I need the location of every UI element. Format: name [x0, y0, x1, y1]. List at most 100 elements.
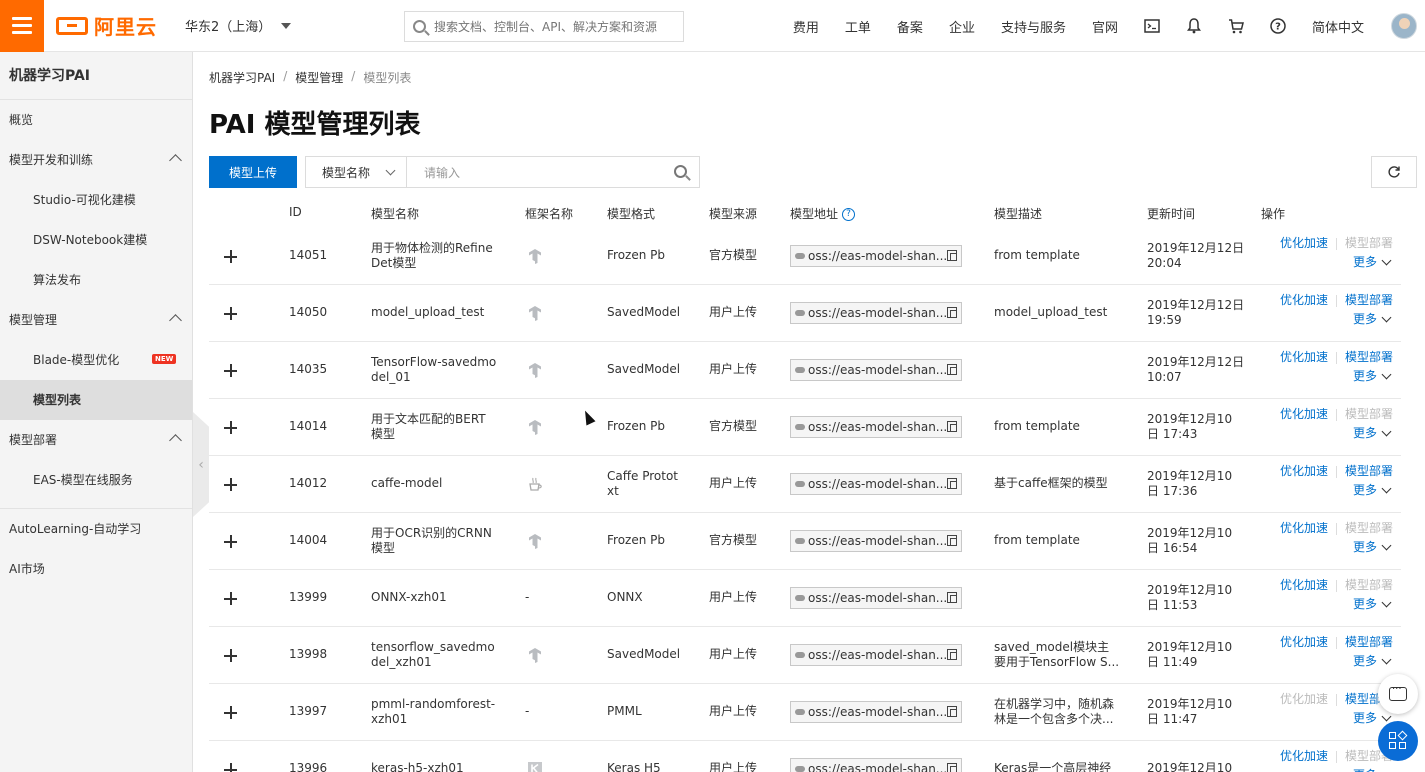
optimize-button[interactable]: 优化加速 — [1280, 749, 1328, 764]
cell-model-name: keras-h5-xzh01 — [371, 761, 464, 772]
search-icon[interactable] — [674, 165, 687, 178]
sidebar-group-model-deploy[interactable]: 模型部署 — [0, 420, 192, 460]
language-switch[interactable]: 简体中文 — [1312, 17, 1364, 36]
apps-float-button[interactable] — [1378, 721, 1418, 761]
global-search-input[interactable] — [434, 19, 674, 34]
copy-icon[interactable] — [947, 478, 957, 489]
filter-field-select[interactable]: 模型名称 — [305, 156, 407, 188]
sidebar-item-ai-market[interactable]: AI市场 — [0, 549, 192, 589]
sidebar-item-studio[interactable]: Studio-可视化建模 — [0, 180, 192, 220]
aliyun-logo[interactable]: 阿里云 — [56, 11, 157, 40]
copy-icon[interactable] — [947, 364, 957, 375]
copy-icon[interactable] — [947, 307, 957, 318]
sidebar-group-model-mgmt[interactable]: 模型管理 — [0, 300, 192, 340]
global-search[interactable] — [404, 11, 684, 42]
deploy-button[interactable]: 模型部署 — [1345, 293, 1393, 308]
optimize-button[interactable]: 优化加速 — [1280, 578, 1328, 593]
oss-address-field: oss://eas-model-shan... — [790, 473, 962, 495]
sidebar-item-label: DSW-Notebook建模 — [33, 233, 148, 247]
optimize-button[interactable]: 优化加速 — [1280, 635, 1328, 650]
more-actions-dropdown[interactable]: 更多 — [1353, 312, 1392, 327]
more-label: 更多 — [1353, 711, 1378, 725]
more-actions-dropdown[interactable]: 更多 — [1353, 426, 1392, 441]
deploy-button[interactable]: 模型部署 — [1345, 635, 1393, 650]
copy-icon[interactable] — [947, 649, 957, 660]
more-actions-dropdown[interactable]: 更多 — [1353, 597, 1392, 612]
more-actions-dropdown[interactable]: 更多 — [1353, 711, 1392, 726]
sidebar-item-algo-publish[interactable]: 算法发布 — [0, 260, 192, 300]
sidebar-title: 机器学习PAI — [0, 52, 192, 100]
optimize-button[interactable]: 优化加速 — [1280, 407, 1328, 422]
breadcrumb-item[interactable]: 模型管理 — [295, 69, 343, 86]
expand-plus-icon[interactable] — [224, 592, 237, 605]
expand-plus-icon[interactable] — [224, 421, 237, 434]
sidebar-item-model-list[interactable]: 模型列表 — [0, 380, 192, 420]
more-label: 更多 — [1353, 654, 1378, 668]
more-actions-dropdown[interactable]: 更多 — [1353, 369, 1392, 384]
sidebar-item-label: 概览 — [9, 113, 34, 127]
cell-updated-time: 2019年12月10 日 11:53 — [1147, 583, 1233, 612]
deploy-button[interactable]: 模型部署 — [1345, 464, 1393, 479]
optimize-button[interactable]: 优化加速 — [1280, 236, 1328, 251]
link-tickets[interactable]: 工单 — [845, 17, 871, 36]
breadcrumb-item[interactable]: 机器学习PAI — [209, 69, 275, 86]
optimize-button[interactable]: 优化加速 — [1280, 293, 1328, 308]
copy-icon[interactable] — [947, 250, 957, 261]
cell-updated-time: 2019年12月10 日 17:43 — [1147, 412, 1233, 441]
sidebar-item-label: Blade-模型优化 — [33, 353, 120, 367]
expand-plus-icon[interactable] — [224, 478, 237, 491]
copy-icon[interactable] — [947, 763, 957, 772]
user-avatar[interactable] — [1391, 13, 1417, 39]
link-icp[interactable]: 备案 — [897, 17, 923, 36]
bell-icon[interactable] — [1173, 0, 1215, 52]
optimize-button[interactable]: 优化加速 — [1280, 350, 1328, 365]
expand-plus-icon[interactable] — [224, 250, 237, 263]
expand-plus-icon[interactable] — [224, 364, 237, 377]
link-billing[interactable]: 费用 — [793, 17, 819, 36]
chevron-down-icon — [1381, 597, 1392, 608]
expand-plus-icon[interactable] — [224, 535, 237, 548]
optimize-button[interactable]: 优化加速 — [1280, 464, 1328, 479]
chevron-down-icon — [1381, 768, 1392, 772]
deploy-button[interactable]: 模型部署 — [1345, 350, 1393, 365]
copy-icon[interactable] — [947, 421, 957, 432]
chevron-down-icon — [1381, 426, 1392, 437]
refresh-button[interactable] — [1371, 156, 1417, 188]
cell-format: SavedModel — [607, 305, 681, 319]
cell-format: Frozen Pb — [607, 419, 665, 433]
sidebar-group-dev-train[interactable]: 模型开发和训练 — [0, 140, 192, 180]
hamburger-menu-icon[interactable] — [0, 0, 44, 52]
oss-address-field: oss://eas-model-shan... — [790, 701, 962, 723]
filter-search-input[interactable]: 请输入 — [407, 156, 700, 188]
more-actions-dropdown[interactable]: 更多 — [1353, 540, 1392, 555]
link-official-site[interactable]: 官网 — [1092, 17, 1118, 36]
sidebar-item-eas[interactable]: EAS-模型在线服务 — [0, 460, 192, 500]
sidebar-item-autolearning[interactable]: AutoLearning-自动学习 — [0, 509, 192, 549]
cart-icon[interactable] — [1215, 0, 1257, 52]
chevron-down-icon — [1381, 255, 1392, 266]
copy-icon[interactable] — [947, 592, 957, 603]
model-upload-button[interactable]: 模型上传 — [209, 156, 297, 188]
link-enterprise[interactable]: 企业 — [949, 17, 975, 36]
more-actions-dropdown[interactable]: 更多 — [1353, 483, 1392, 498]
sidebar-item-dsw[interactable]: DSW-Notebook建模 — [0, 220, 192, 260]
help-circle-icon[interactable]: ? — [1257, 0, 1299, 52]
expand-plus-icon[interactable] — [224, 763, 237, 772]
copy-icon[interactable] — [947, 706, 957, 717]
help-icon[interactable]: ? — [842, 208, 856, 221]
more-actions-dropdown[interactable]: 更多 — [1353, 768, 1392, 772]
expand-plus-icon[interactable] — [224, 649, 237, 662]
chat-float-button[interactable] — [1378, 674, 1418, 714]
sidebar-item-overview[interactable]: 概览 — [0, 100, 192, 140]
expand-plus-icon[interactable] — [224, 307, 237, 320]
expand-plus-icon[interactable] — [224, 706, 237, 719]
link-support[interactable]: 支持与服务 — [1001, 17, 1066, 36]
sidebar-item-blade[interactable]: Blade-模型优化 NEW — [0, 340, 192, 380]
more-actions-dropdown[interactable]: 更多 — [1353, 654, 1392, 669]
copy-icon[interactable] — [947, 535, 957, 546]
region-selector[interactable]: 华东2（上海） — [185, 16, 292, 35]
more-actions-dropdown[interactable]: 更多 — [1353, 255, 1392, 270]
terminal-icon[interactable] — [1131, 0, 1173, 52]
optimize-button[interactable]: 优化加速 — [1280, 521, 1328, 536]
cell-description: 基于caffe框架的模型 — [994, 476, 1108, 490]
